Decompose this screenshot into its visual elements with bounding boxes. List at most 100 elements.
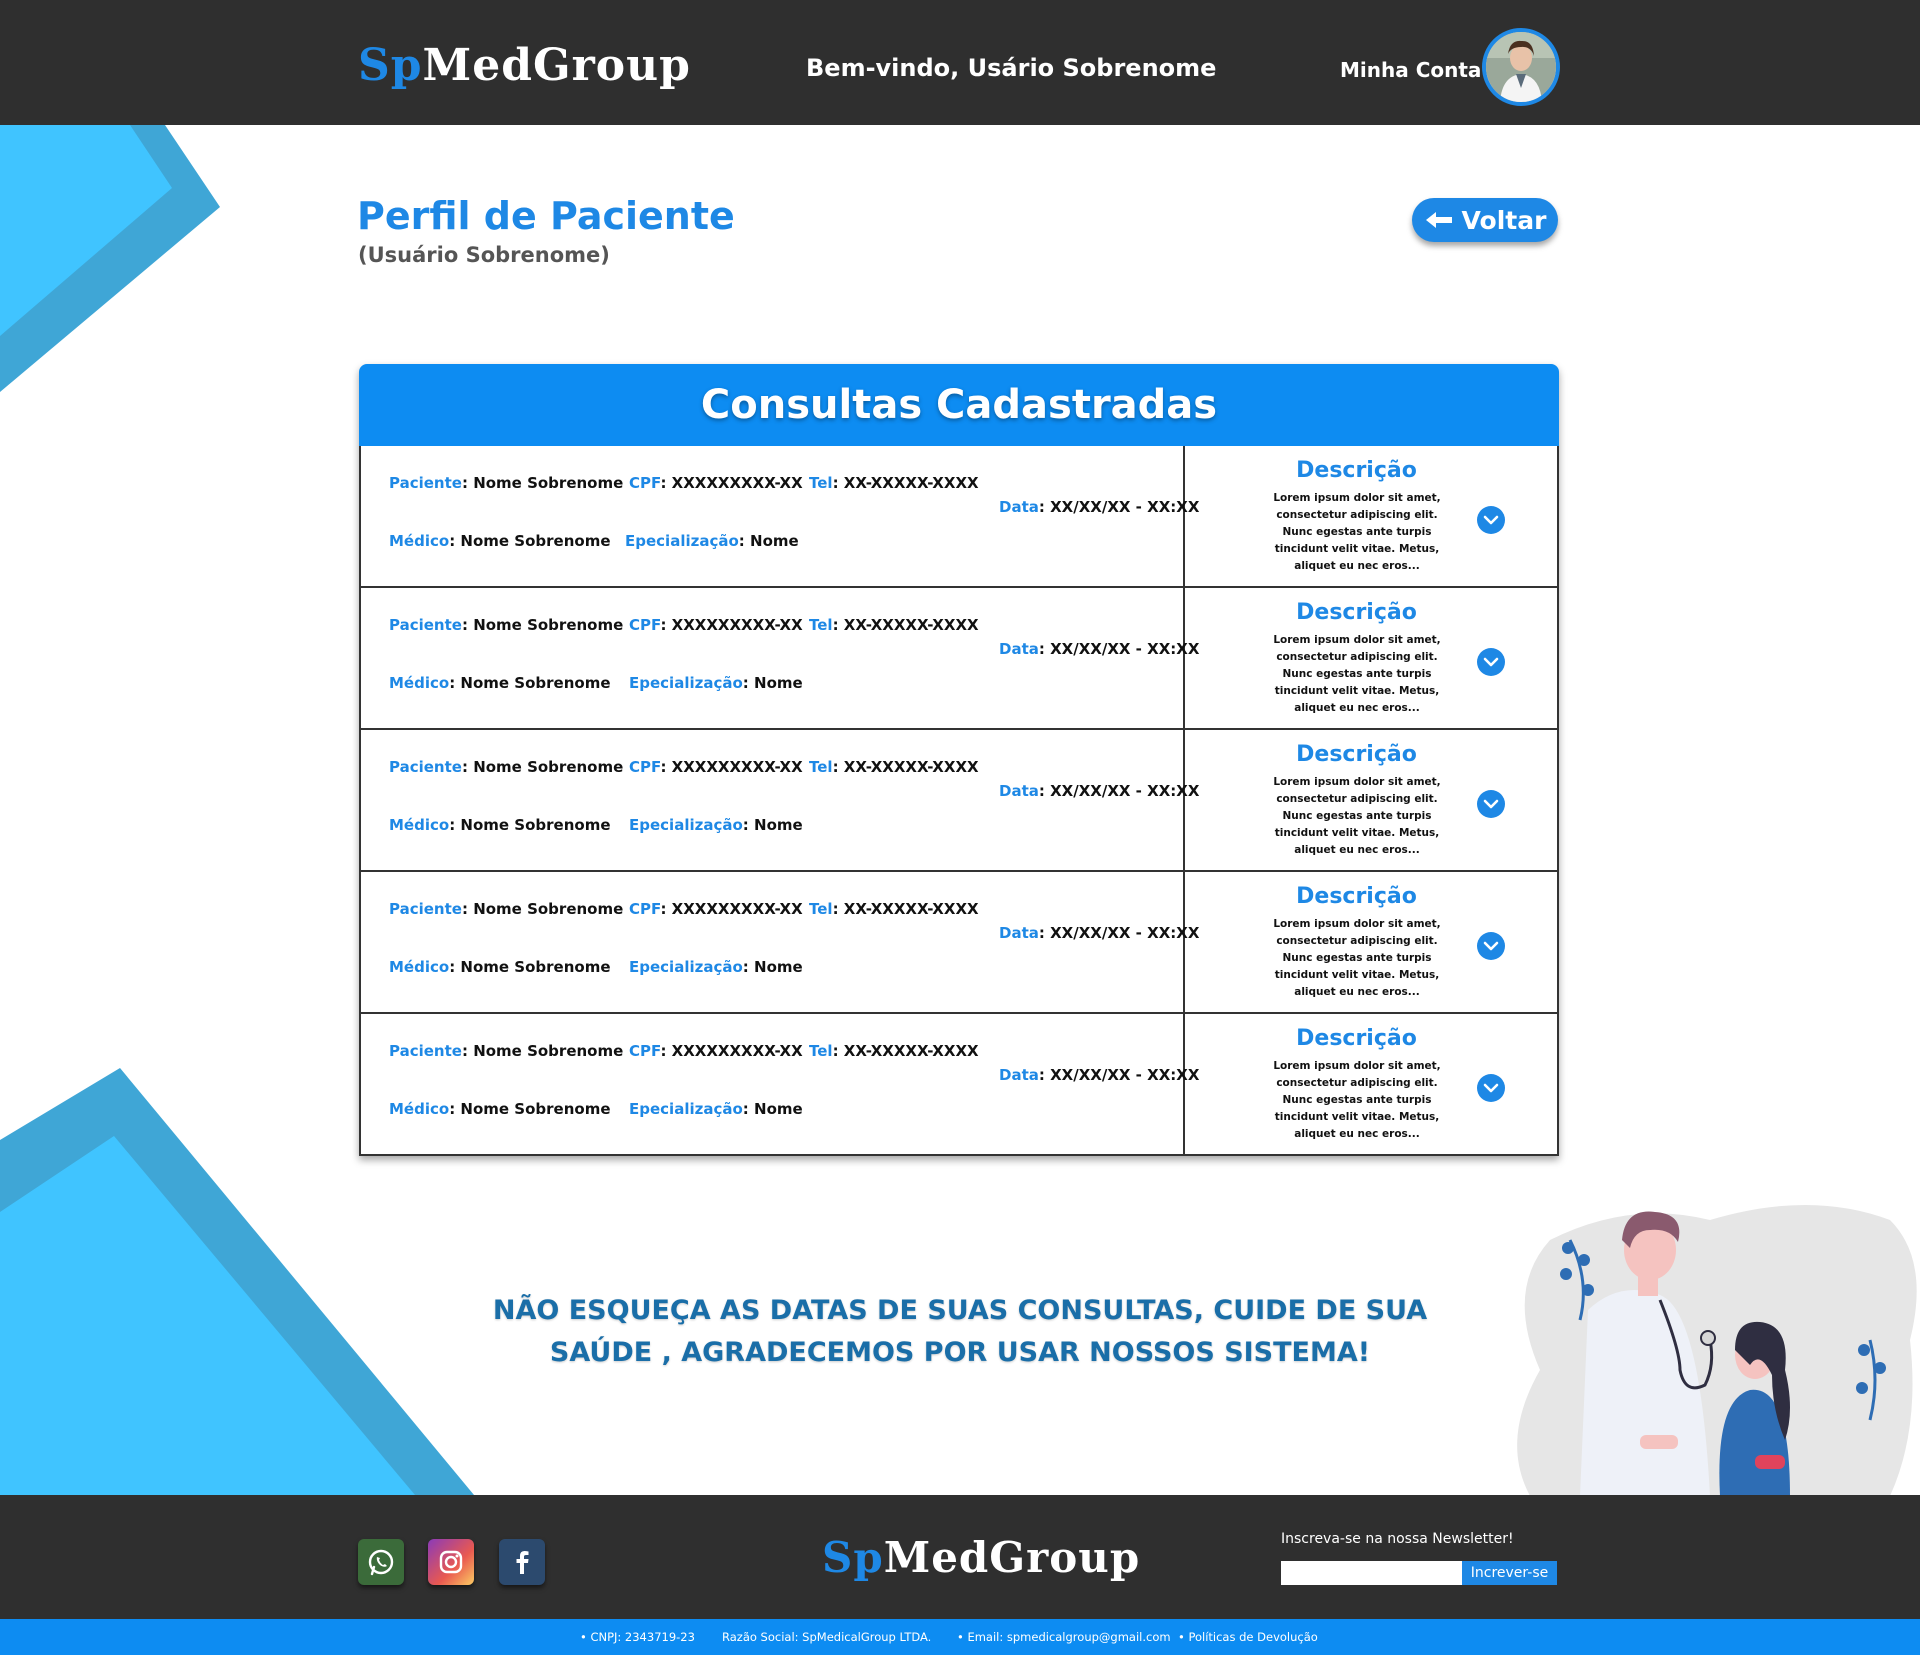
consulta-descricao: Descrição Lorem ipsum dolor sit amet, co… <box>1185 730 1557 870</box>
arrow-left-icon <box>1425 212 1452 228</box>
cpf-field: CPF: XXXXXXXXX-XX <box>629 1042 803 1060</box>
medico-field: Médico: Nome Sobrenome <box>389 958 611 976</box>
tel-field: Tel: XX-XXXXX-XXXX <box>809 616 979 634</box>
newsletter-label: Inscreva-se na nossa Newsletter! <box>1281 1531 1514 1547</box>
razao-social-text: Razão Social: SpMedicalGroup LTDA. <box>722 1630 932 1644</box>
data-field: Data: XX/XX/XX - XX:XX <box>999 782 1200 800</box>
cnpj-text: • CNPJ: 2343719-23 <box>580 1630 695 1644</box>
facebook-icon <box>516 1551 529 1574</box>
expand-button[interactable] <box>1477 648 1505 676</box>
cpf-field: CPF: XXXXXXXXX-XX <box>629 616 803 634</box>
expand-button[interactable] <box>1477 932 1505 960</box>
consulta-descricao: Descrição Lorem ipsum dolor sit amet, co… <box>1185 872 1557 1012</box>
reminder-message: NÃO ESQUEÇA AS DATAS DE SUAS CONSULTAS, … <box>460 1290 1460 1374</box>
consulta-descricao: Descrição Lorem ipsum dolor sit amet, co… <box>1185 446 1557 586</box>
medico-field: Médico: Nome Sobrenome <box>389 674 611 692</box>
doctor-patient-illustration <box>1517 1205 1917 1496</box>
tel-field: Tel: XX-XXXXX-XXXX <box>809 758 979 776</box>
descricao-text: Lorem ipsum dolor sit amet, consectetur … <box>1273 634 1441 714</box>
instagram-button[interactable] <box>428 1539 474 1585</box>
welcome-message: Bem-vindo, Usário Sobrenome <box>806 54 1217 82</box>
consultas-card: Consultas Cadastradas Paciente: Nome Sob… <box>359 364 1559 1156</box>
descricao-text: Lorem ipsum dolor sit amet, consectetur … <box>1273 1060 1441 1140</box>
consulta-row: Paciente: Nome Sobrenome CPF: XXXXXXXXX-… <box>361 870 1557 1012</box>
data-field: Data: XX/XX/XX - XX:XX <box>999 498 1200 516</box>
descricao-title: Descrição <box>1296 742 1417 767</box>
user-photo-icon <box>1486 32 1556 102</box>
paciente-field: Paciente: Nome Sobrenome <box>389 1042 624 1060</box>
medico-field: Médico: Nome Sobrenome <box>389 816 611 834</box>
reminder-line-2: SAÚDE , AGRADECEMOS POR USAR NOSSOS SIST… <box>549 1337 1371 1368</box>
back-button-label: Voltar <box>1461 205 1547 235</box>
medico-field: Médico: Nome Sobrenome <box>389 1100 611 1118</box>
tel-field: Tel: XX-XXXXX-XXXX <box>809 1042 979 1060</box>
chevron-down-icon <box>1483 799 1499 809</box>
especializacao-field: Epecialização: Nome <box>629 816 803 834</box>
tel-field: Tel: XX-XXXXX-XXXX <box>809 474 979 492</box>
consulta-info: Paciente: Nome Sobrenome CPF: XXXXXXXXX-… <box>361 730 1199 870</box>
consulta-descricao: Descrição Lorem ipsum dolor sit amet, co… <box>1185 588 1557 728</box>
consultas-card-header: Consultas Cadastradas <box>359 364 1559 446</box>
descricao-title: Descrição <box>1296 884 1417 909</box>
back-button[interactable]: Voltar <box>1412 198 1558 242</box>
bottom-info-bar: • CNPJ: 2343719-23 Razão Social: SpMedic… <box>0 1619 1920 1655</box>
reminder-line-1: NÃO ESQUEÇA AS DATAS DE SUAS CONSULTAS, … <box>492 1295 1428 1326</box>
especializacao-field: Epecialização: Nome <box>629 1100 803 1118</box>
consulta-row: Paciente: Nome Sobrenome CPF: XXXXXXXXX-… <box>361 586 1557 728</box>
consulta-descricao: Descrição Lorem ipsum dolor sit amet, co… <box>1185 1014 1557 1154</box>
expand-button[interactable] <box>1477 1074 1505 1102</box>
consulta-row: Paciente: Nome Sobrenome CPF: XXXXXXXXX-… <box>361 1012 1557 1154</box>
newsletter-email-input[interactable] <box>1281 1561 1462 1585</box>
politicas-link[interactable]: • Políticas de Devolução <box>1178 1630 1318 1644</box>
chevron-down-icon <box>1483 515 1499 525</box>
top-header: SpMedGroup Bem-vindo, Usário Sobrenome M… <box>0 0 1920 125</box>
page-subtitle: (Usuário Sobrenome) <box>358 243 610 267</box>
medico-field: Médico: Nome Sobrenome <box>389 532 611 550</box>
newsletter-subscribe-button[interactable]: Increver-se <box>1462 1561 1557 1585</box>
chevron-down-icon <box>1483 657 1499 667</box>
cpf-field: CPF: XXXXXXXXX-XX <box>629 900 803 918</box>
whatsapp-button[interactable] <box>358 1539 404 1585</box>
consultas-title: Consultas Cadastradas <box>700 382 1218 428</box>
descricao-text: Lorem ipsum dolor sit amet, consectetur … <box>1273 776 1441 856</box>
paciente-field: Paciente: Nome Sobrenome <box>389 616 624 634</box>
consulta-info: Paciente: Nome Sobrenome CPF: XXXXXXXXX-… <box>361 872 1199 1012</box>
avatar[interactable] <box>1482 28 1560 106</box>
paciente-field: Paciente: Nome Sobrenome <box>389 474 624 492</box>
chevron-down-icon <box>1483 1083 1499 1093</box>
consultas-list: Paciente: Nome Sobrenome CPF: XXXXXXXXX-… <box>359 446 1559 1156</box>
paciente-field: Paciente: Nome Sobrenome <box>389 900 624 918</box>
email-text: • Email: spmedicalgroup@gmail.com <box>957 1630 1171 1644</box>
descricao-title: Descrição <box>1296 600 1417 625</box>
descricao-text: Lorem ipsum dolor sit amet, consectetur … <box>1273 492 1441 572</box>
expand-button[interactable] <box>1477 790 1505 818</box>
descricao-text: Lorem ipsum dolor sit amet, consectetur … <box>1273 918 1441 998</box>
page-title: Perfil de Paciente <box>357 194 735 238</box>
data-field: Data: XX/XX/XX - XX:XX <box>999 1066 1200 1084</box>
consulta-info: Paciente: Nome Sobrenome CPF: XXXXXXXXX-… <box>361 446 1199 586</box>
brand-logo[interactable]: SpMedGroup <box>358 40 691 91</box>
descricao-title: Descrição <box>1296 458 1417 483</box>
consulta-row: Paciente: Nome Sobrenome CPF: XXXXXXXXX-… <box>361 728 1557 870</box>
consulta-info: Paciente: Nome Sobrenome CPF: XXXXXXXXX-… <box>361 588 1199 728</box>
especializacao-field: Epecialização: Nome <box>625 532 799 550</box>
cpf-field: CPF: XXXXXXXXX-XX <box>629 474 803 492</box>
consulta-info: Paciente: Nome Sobrenome CPF: XXXXXXXXX-… <box>361 1014 1199 1154</box>
chevron-down-icon <box>1483 941 1499 951</box>
page: SpMedGroup Bem-vindo, Usário Sobrenome M… <box>0 0 1920 1655</box>
facebook-button[interactable] <box>499 1539 545 1585</box>
my-account-link[interactable]: Minha Conta <box>1340 58 1481 82</box>
descricao-title: Descrição <box>1296 1026 1417 1051</box>
consulta-row: Paciente: Nome Sobrenome CPF: XXXXXXXXX-… <box>361 446 1557 586</box>
footer: SpMedGroup Inscreva-se na nossa Newslett… <box>0 1495 1920 1619</box>
expand-button[interactable] <box>1477 506 1505 534</box>
whatsapp-icon <box>368 1549 394 1576</box>
especializacao-field: Epecialização: Nome <box>629 958 803 976</box>
especializacao-field: Epecialização: Nome <box>629 674 803 692</box>
tel-field: Tel: XX-XXXXX-XXXX <box>809 900 979 918</box>
footer-brand-logo[interactable]: SpMedGroup <box>822 1533 1140 1582</box>
paciente-field: Paciente: Nome Sobrenome <box>389 758 624 776</box>
cpf-field: CPF: XXXXXXXXX-XX <box>629 758 803 776</box>
data-field: Data: XX/XX/XX - XX:XX <box>999 924 1200 942</box>
data-field: Data: XX/XX/XX - XX:XX <box>999 640 1200 658</box>
